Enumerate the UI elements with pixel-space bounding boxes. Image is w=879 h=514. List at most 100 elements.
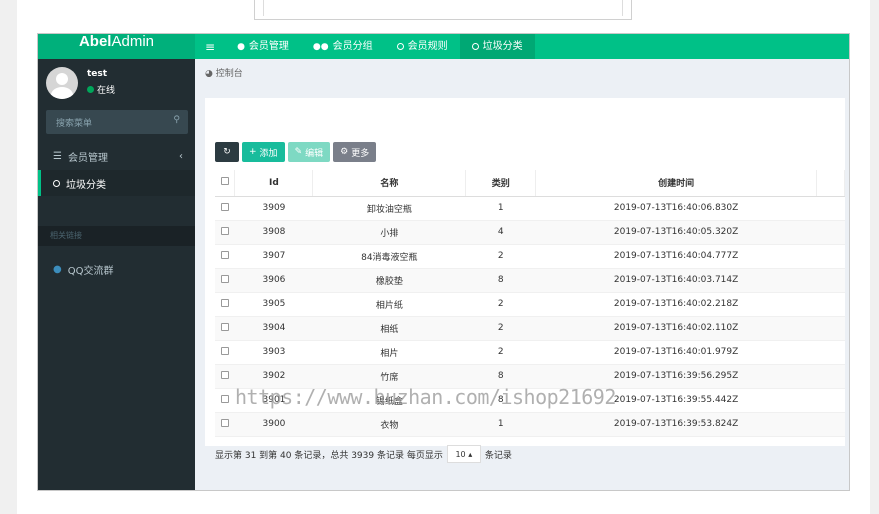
sidebar-item-member-manage[interactable]: ☰ 会员管理 ‹ <box>38 143 195 169</box>
table-row[interactable]: 3903 相片 2 2019-07-13T16:40:01.979Z <box>215 340 845 365</box>
row-checkbox[interactable] <box>215 244 235 269</box>
cell-name: 橡胶垫 <box>312 268 466 293</box>
row-checkbox[interactable] <box>215 292 235 317</box>
table-row[interactable]: 3908 小排 4 2019-07-13T16:40:05.320Z <box>215 220 845 245</box>
edit-button[interactable]: ✎ 编辑 <box>287 142 331 162</box>
row-checkbox[interactable] <box>215 268 235 293</box>
select-all-checkbox[interactable] <box>215 170 236 197</box>
cell-name: 相片纸 <box>312 292 466 317</box>
cell-category: 1 <box>465 412 536 437</box>
table-row[interactable]: 3905 相片纸 2 2019-07-13T16:40:02.218Z <box>215 292 845 317</box>
circle-icon <box>396 43 404 50</box>
sidebar-section-header: 相关链接 <box>38 226 195 246</box>
pencil-icon: ✎ <box>294 147 303 157</box>
cell-created: 2019-07-13T16:40:04.777Z <box>535 244 817 269</box>
cell-extra <box>816 412 845 437</box>
add-button[interactable]: + 添加 <box>242 142 285 162</box>
table-row[interactable]: 3900 衣物 1 2019-07-13T16:39:53.824Z <box>215 412 845 437</box>
cell-category: 2 <box>465 316 536 341</box>
row-checkbox[interactable] <box>215 220 235 245</box>
cell-created: 2019-07-13T16:40:05.320Z <box>535 220 817 245</box>
gear-icon: ⚙ <box>340 147 349 157</box>
cell-id: 3909 <box>234 196 313 221</box>
column-header-category[interactable]: 类别 <box>465 170 537 197</box>
column-header-name[interactable]: 名称 <box>312 170 467 197</box>
cell-id: 3907 <box>234 244 313 269</box>
row-checkbox[interactable] <box>215 196 235 221</box>
user-status: 在线 <box>87 83 115 96</box>
row-checkbox[interactable] <box>215 340 235 365</box>
cell-id: 3903 <box>234 340 313 365</box>
search-icon[interactable]: ⚲ <box>173 115 180 125</box>
refresh-button[interactable]: ↻ <box>215 142 239 162</box>
sidebar: test 在线 搜索菜单 ⚲ ☰ 会员管理 ‹ 垃圾分类 相关链接 ● QQ交流… <box>38 59 195 490</box>
page-size-select[interactable]: 10 ▴ <box>446 445 481 463</box>
cell-extra <box>816 364 845 389</box>
cell-category: 4 <box>465 220 536 245</box>
avatar <box>46 67 78 99</box>
cell-id: 3900 <box>234 412 313 437</box>
circle-icon <box>471 43 479 50</box>
cell-created: 2019-07-13T16:40:03.714Z <box>535 268 817 293</box>
cell-id: 3905 <box>234 292 313 317</box>
user-name: test <box>87 69 108 79</box>
table-row[interactable]: 3906 橡胶垫 8 2019-07-13T16:40:03.714Z <box>215 268 845 293</box>
cell-extra <box>816 388 845 413</box>
cell-created: 2019-07-13T16:40:02.110Z <box>535 316 817 341</box>
qq-icon: ● <box>53 263 62 275</box>
plus-icon: + <box>249 147 257 157</box>
users-icon: ●● <box>312 41 329 52</box>
online-dot-icon <box>87 86 94 93</box>
pagination-summary: 显示第 31 到第 40 条记录，总共 3939 条记录 每页显示 <box>215 450 443 461</box>
cell-id: 3906 <box>234 268 313 293</box>
cell-extra <box>816 340 845 365</box>
cell-category: 8 <box>465 268 536 293</box>
table-row[interactable]: 3907 84消毒液空瓶 2 2019-07-13T16:40:04.777Z <box>215 244 845 269</box>
cell-created: 2019-07-13T16:40:02.218Z <box>535 292 817 317</box>
sidebar-item-garbage-category[interactable]: 垃圾分类 <box>38 170 195 196</box>
row-checkbox[interactable] <box>215 364 235 389</box>
logo[interactable]: AbelAdmin <box>38 34 195 59</box>
top-dialog-fragment <box>254 0 632 20</box>
table-row[interactable]: 3904 相纸 2 2019-07-13T16:40:02.110Z <box>215 316 845 341</box>
breadcrumb: ◕ 控制台 <box>195 59 849 90</box>
row-checkbox[interactable] <box>215 388 235 413</box>
column-header-created[interactable]: 创建时间 <box>535 170 817 197</box>
cell-extra <box>816 316 845 341</box>
cell-extra <box>816 220 845 245</box>
nav-member-rules[interactable]: 会员规则 <box>385 34 460 59</box>
cell-created: 2019-07-13T16:40:01.979Z <box>535 340 817 365</box>
cell-id: 3908 <box>234 220 313 245</box>
more-button[interactable]: ⚙ 更多 <box>333 142 377 162</box>
nav-member-manage[interactable]: ● 会员管理 <box>225 34 301 59</box>
cell-name: 相片 <box>312 340 466 365</box>
cell-category: 1 <box>465 196 536 221</box>
cell-name: 衣物 <box>312 412 466 437</box>
sidebar-item-qq-group[interactable]: ● QQ交流群 <box>38 256 195 282</box>
watermark: https://www.huzhan.com/ishop21692 <box>235 385 616 409</box>
column-header-id[interactable]: Id <box>234 170 314 197</box>
cell-extra <box>816 196 845 221</box>
table-row[interactable]: 3909 卸妆油空瓶 1 2019-07-13T16:40:06.830Z <box>215 196 845 221</box>
user-icon: ● <box>237 41 245 52</box>
cell-name: 相纸 <box>312 316 466 341</box>
table-header-row: Id 名称 类别 创建时间 <box>215 170 845 197</box>
nav-member-group[interactable]: ●● 会员分组 <box>301 34 385 59</box>
cell-created: 2019-07-13T16:39:53.824Z <box>535 412 817 437</box>
menu-toggle-icon[interactable]: ≡ <box>195 40 225 54</box>
search-input[interactable]: 搜索菜单 <box>56 116 92 129</box>
row-checkbox[interactable] <box>215 412 235 437</box>
toolbar: ↻ + 添加 ✎ 编辑 ⚙ 更多 <box>215 142 377 162</box>
admin-window: AbelAdmin ≡ ● 会员管理 ●● 会员分组 会员规则 垃圾分类 tes… <box>37 33 850 491</box>
row-checkbox[interactable] <box>215 316 235 341</box>
pagination: 显示第 31 到第 40 条记录，总共 3939 条记录 每页显示 10 ▴ 条… <box>215 445 512 463</box>
sidebar-search[interactable]: 搜索菜单 ⚲ <box>46 110 188 134</box>
top-header: AbelAdmin ≡ ● 会员管理 ●● 会员分组 会员规则 垃圾分类 <box>38 34 849 59</box>
column-header-extra <box>816 170 845 197</box>
chevron-left-icon: ‹ <box>179 150 183 162</box>
cell-extra <box>816 292 845 317</box>
cell-extra <box>816 244 845 269</box>
nav-garbage-category[interactable]: 垃圾分类 <box>459 34 535 59</box>
cell-name: 84消毒液空瓶 <box>312 244 466 269</box>
cell-created: 2019-07-13T16:40:06.830Z <box>535 196 817 221</box>
